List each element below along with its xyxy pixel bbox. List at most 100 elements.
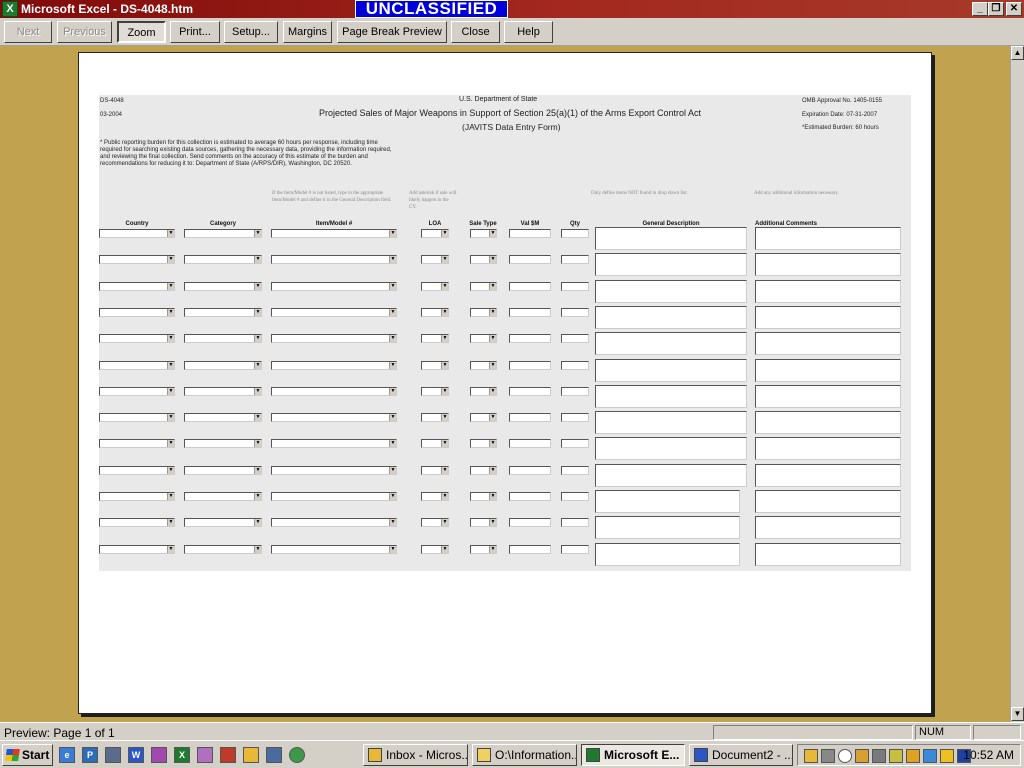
close-preview-button[interactable]: Close <box>451 21 500 43</box>
task-document2[interactable]: Document2 - ... <box>689 744 793 766</box>
country-select[interactable]: ▼ <box>99 229 175 238</box>
dropdown-arrow-icon[interactable]: ▼ <box>441 309 448 316</box>
qty-input[interactable] <box>561 545 589 554</box>
dropdown-arrow-icon[interactable]: ▼ <box>441 493 448 500</box>
start-button[interactable]: Start <box>2 744 53 766</box>
dropdown-arrow-icon[interactable]: ▼ <box>389 256 396 263</box>
item-model-select[interactable]: ▼ <box>271 466 397 475</box>
dropdown-arrow-icon[interactable]: ▼ <box>389 309 396 316</box>
publisher-quicklaunch-icon[interactable]: P <box>82 747 98 763</box>
dropdown-arrow-icon[interactable]: ▼ <box>441 414 448 421</box>
dropdown-arrow-icon[interactable]: ▼ <box>254 309 261 316</box>
item-model-select[interactable]: ▼ <box>271 387 397 396</box>
setup-button[interactable]: Setup... <box>224 21 278 43</box>
qty-input[interactable] <box>561 282 589 291</box>
general-description-textbox[interactable] <box>595 332 747 355</box>
general-description-textbox[interactable] <box>595 306 747 329</box>
dropdown-arrow-icon[interactable]: ▼ <box>489 283 496 290</box>
scroll-down-arrow[interactable]: ▼ <box>1011 707 1024 721</box>
sale-type-select[interactable]: ▼ <box>470 308 497 317</box>
value-input[interactable] <box>509 255 551 264</box>
item-model-select[interactable]: ▼ <box>271 492 397 501</box>
sale-type-select[interactable]: ▼ <box>470 229 497 238</box>
dropdown-arrow-icon[interactable]: ▼ <box>389 283 396 290</box>
item-model-select[interactable]: ▼ <box>271 255 397 264</box>
dropdown-arrow-icon[interactable]: ▼ <box>254 362 261 369</box>
task-inbox[interactable]: Inbox - Micros... <box>363 744 468 766</box>
country-select[interactable]: ▼ <box>99 518 175 527</box>
country-select[interactable]: ▼ <box>99 492 175 501</box>
country-select[interactable]: ▼ <box>99 361 175 370</box>
additional-comments-textbox[interactable] <box>755 490 901 513</box>
country-select[interactable]: ▼ <box>99 387 175 396</box>
excel-quicklaunch-icon[interactable]: X <box>174 747 190 763</box>
monitor-tray-icon[interactable] <box>923 749 937 763</box>
qty-input[interactable] <box>561 466 589 475</box>
sale-type-select[interactable]: ▼ <box>470 466 497 475</box>
country-select[interactable]: ▼ <box>99 334 175 343</box>
qty-input[interactable] <box>561 334 589 343</box>
loa-select[interactable]: ▼ <box>421 545 449 554</box>
category-select[interactable]: ▼ <box>184 518 262 527</box>
task-folder[interactable]: O:\Information... <box>472 744 577 766</box>
loa-select[interactable]: ▼ <box>421 361 449 370</box>
additional-comments-textbox[interactable] <box>755 253 901 276</box>
dropdown-arrow-icon[interactable]: ▼ <box>441 546 448 553</box>
dropdown-arrow-icon[interactable]: ▼ <box>167 440 174 447</box>
clock-tray-icon[interactable] <box>804 749 818 763</box>
sale-type-select[interactable]: ▼ <box>470 334 497 343</box>
dropdown-arrow-icon[interactable]: ▼ <box>254 335 261 342</box>
qty-input[interactable] <box>561 413 589 422</box>
additional-comments-textbox[interactable] <box>755 227 901 250</box>
dropdown-arrow-icon[interactable]: ▼ <box>389 440 396 447</box>
help-button[interactable]: Help <box>504 21 553 43</box>
excel-app-icon[interactable]: X <box>2 1 18 17</box>
pencil-tray-icon[interactable] <box>889 749 903 763</box>
volume-tray-icon[interactable] <box>821 749 835 763</box>
sale-type-select[interactable]: ▼ <box>470 255 497 264</box>
dropdown-arrow-icon[interactable]: ▼ <box>389 546 396 553</box>
additional-comments-textbox[interactable] <box>755 385 901 408</box>
loa-select[interactable]: ▼ <box>421 387 449 396</box>
general-description-textbox[interactable] <box>595 385 747 408</box>
value-input[interactable] <box>509 361 551 370</box>
desktop-quicklaunch-icon[interactable] <box>105 747 121 763</box>
value-input[interactable] <box>509 282 551 291</box>
value-input[interactable] <box>509 439 551 448</box>
category-select[interactable]: ▼ <box>184 387 262 396</box>
dropdown-arrow-icon[interactable]: ▼ <box>489 362 496 369</box>
loa-select[interactable]: ▼ <box>421 413 449 422</box>
category-select[interactable]: ▼ <box>184 282 262 291</box>
loa-select[interactable]: ▼ <box>421 439 449 448</box>
dropdown-arrow-icon[interactable]: ▼ <box>389 230 396 237</box>
category-select[interactable]: ▼ <box>184 229 262 238</box>
minimize-button[interactable]: _ <box>972 2 988 16</box>
dropdown-arrow-icon[interactable]: ▼ <box>389 388 396 395</box>
dropdown-arrow-icon[interactable]: ▼ <box>254 546 261 553</box>
loa-select[interactable]: ▼ <box>421 518 449 527</box>
item-model-select[interactable]: ▼ <box>271 518 397 527</box>
qty-input[interactable] <box>561 308 589 317</box>
powerpoint-quicklaunch-icon[interactable] <box>220 747 236 763</box>
grid-tray-icon[interactable] <box>940 749 954 763</box>
print-button[interactable]: Print... <box>170 21 220 43</box>
general-description-textbox[interactable] <box>595 490 740 513</box>
dropdown-arrow-icon[interactable]: ▼ <box>254 519 261 526</box>
sale-type-select[interactable]: ▼ <box>470 439 497 448</box>
value-input[interactable] <box>509 334 551 343</box>
security-tray-icon[interactable] <box>855 749 869 763</box>
dropdown-arrow-icon[interactable]: ▼ <box>441 335 448 342</box>
dropdown-arrow-icon[interactable]: ▼ <box>254 440 261 447</box>
dropdown-arrow-icon[interactable]: ▼ <box>167 283 174 290</box>
category-select[interactable]: ▼ <box>184 361 262 370</box>
dropdown-arrow-icon[interactable]: ▼ <box>489 414 496 421</box>
additional-comments-textbox[interactable] <box>755 306 901 329</box>
general-description-textbox[interactable] <box>595 437 747 460</box>
dropdown-arrow-icon[interactable]: ▼ <box>254 388 261 395</box>
restore-button[interactable]: ❐ <box>988 2 1004 16</box>
dropdown-arrow-icon[interactable]: ▼ <box>489 388 496 395</box>
dropdown-arrow-icon[interactable]: ▼ <box>389 414 396 421</box>
sale-type-select[interactable]: ▼ <box>470 413 497 422</box>
dropdown-arrow-icon[interactable]: ▼ <box>167 546 174 553</box>
dropdown-arrow-icon[interactable]: ▼ <box>441 519 448 526</box>
